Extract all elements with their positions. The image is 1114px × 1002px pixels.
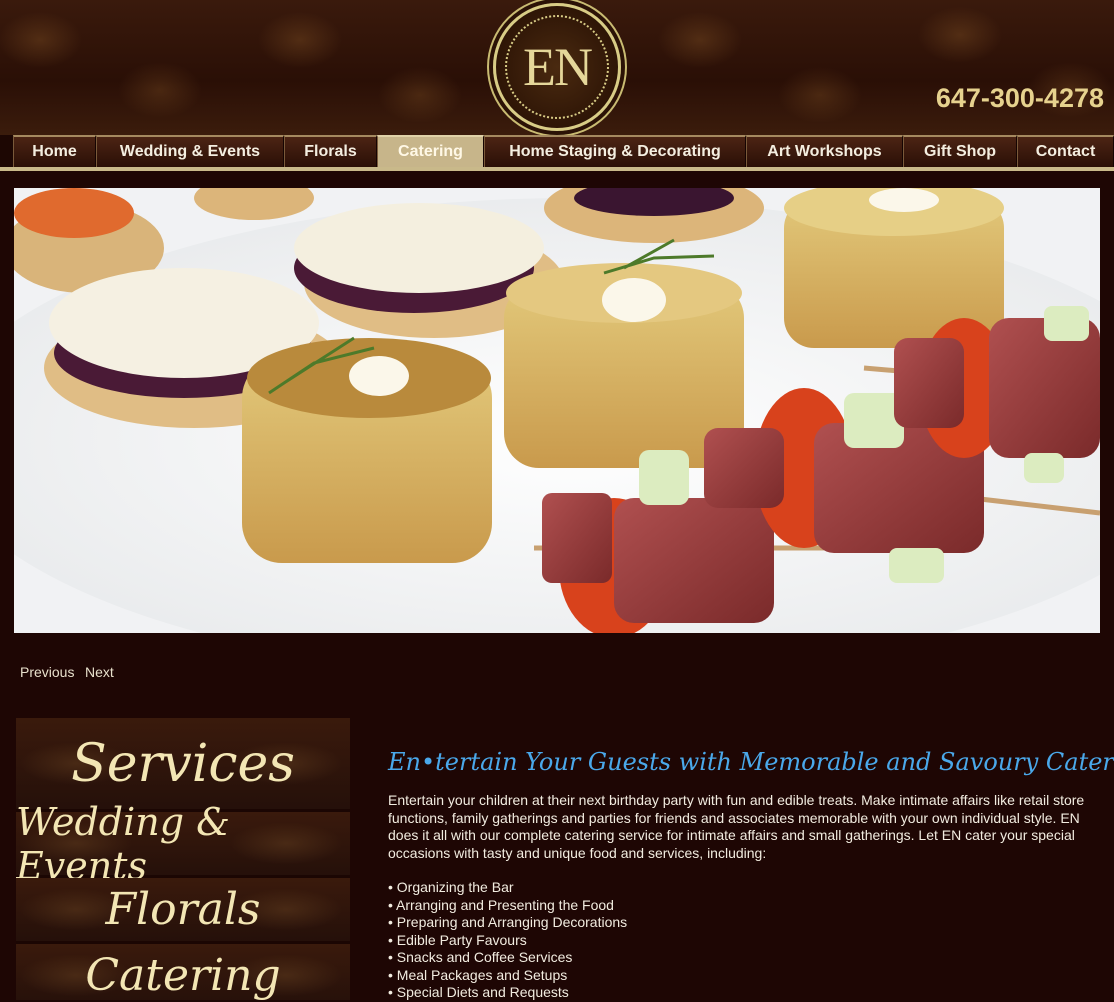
list-item: • Organizing the Bar — [388, 879, 514, 895]
list-item: • Edible Party Favours — [388, 931, 527, 948]
list-item: • Preparing and Arranging Decorations — [388, 914, 628, 930]
nav-gift-shop[interactable]: Gift Shop — [903, 135, 1017, 167]
catering-food-photo — [14, 188, 1100, 633]
next-slide-link[interactable]: Next — [85, 664, 114, 680]
nav-art-workshops[interactable]: Art Workshops — [746, 135, 903, 167]
en-logo[interactable]: EN — [493, 3, 621, 131]
list-item: • Arranging and Presenting the Food — [388, 896, 614, 913]
services-list: • Organizing the Bar • Arranging and Pre… — [388, 879, 627, 1002]
nav-home-staging[interactable]: Home Staging & Decorating — [484, 135, 746, 167]
phone-number: 647-300-4278 — [935, 83, 1104, 113]
page-headline: En•tertain Your Guests with Memorable an… — [388, 748, 1114, 776]
list-item: • Special Diets and Requests — [388, 984, 569, 1000]
service-catering[interactable]: Catering — [16, 944, 350, 1000]
service-florals[interactable]: Florals — [16, 878, 350, 944]
logo-text: EN — [523, 37, 593, 97]
nav-home[interactable]: Home — [13, 135, 96, 167]
list-item: • Snacks and Coffee Services — [388, 949, 573, 965]
main-nav: Home Wedding & Events Florals Catering H… — [0, 135, 1114, 171]
nav-catering[interactable]: Catering — [377, 135, 484, 167]
services-sidebar: Services Wedding & Events Florals Cateri… — [16, 718, 350, 1000]
services-heading: Services — [16, 718, 350, 812]
nav-wedding-events[interactable]: Wedding & Events — [96, 135, 284, 167]
nav-contact[interactable]: Contact — [1017, 135, 1114, 167]
list-item: • Meal Packages and Setups — [388, 966, 568, 983]
hero-slideshow-image — [14, 188, 1100, 633]
site-header: EN 647-300-4278 — [0, 0, 1114, 135]
previous-slide-link[interactable]: Previous — [20, 664, 74, 680]
nav-florals[interactable]: Florals — [284, 135, 377, 167]
service-wedding-events[interactable]: Wedding & Events — [16, 800, 350, 888]
intro-paragraph: Entertain your children at their next bi… — [388, 792, 1085, 861]
